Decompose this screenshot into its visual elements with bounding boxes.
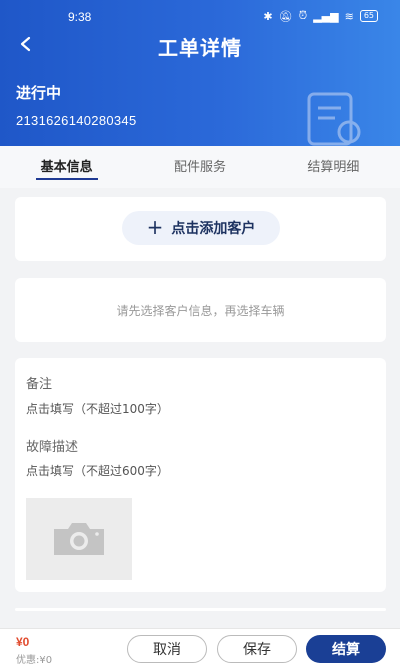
discount-amount: 优惠:¥0 bbox=[16, 655, 53, 666]
bluetooth-icon: ✱ bbox=[263, 9, 273, 23]
remarks-label: 备注 bbox=[26, 377, 53, 392]
document-icon bbox=[307, 92, 361, 146]
details-card: 备注 点击填写（不超过100字） 故障描述 点击填写（不超过600字） bbox=[15, 358, 386, 592]
fault-label: 故障描述 bbox=[26, 440, 79, 455]
customer-card: + 点击添加客户 bbox=[15, 197, 386, 261]
plus-icon: + bbox=[146, 215, 164, 239]
cancel-button[interactable]: 取消 bbox=[127, 635, 207, 663]
status-bar: 9:38 ✱ 🔕︎ ⏰︎ ▂▄▆ ≋ 65 bbox=[0, 8, 400, 26]
bottom-action-bar: ¥0 优惠:¥0 取消 保存 结算 bbox=[0, 628, 400, 666]
vehicle-hint: 请先选择客户信息，再选择车辆 bbox=[116, 304, 285, 318]
remarks-input[interactable]: 点击填写（不超过100字） bbox=[26, 400, 169, 417]
tab-parts-service[interactable]: 配件服务 bbox=[133, 146, 266, 188]
page-title: 工单详情 bbox=[158, 36, 242, 60]
tab-settlement-details[interactable]: 结算明细 bbox=[267, 146, 400, 188]
total-price: ¥0 bbox=[16, 635, 30, 649]
add-customer-label: 点击添加客户 bbox=[171, 221, 256, 237]
fault-input[interactable]: 点击填写（不超过600字） bbox=[26, 462, 169, 479]
add-customer-button[interactable]: + 点击添加客户 bbox=[122, 211, 280, 245]
order-status: 进行中 bbox=[16, 84, 62, 102]
alarm-icon: ⏰︎ bbox=[298, 9, 308, 22]
wifi-icon: ≋ bbox=[344, 9, 354, 23]
status-time: 9:38 bbox=[68, 10, 92, 24]
signal-icon: ▂▄▆ bbox=[313, 9, 339, 23]
photo-upload[interactable] bbox=[26, 498, 132, 580]
save-button[interactable]: 保存 bbox=[217, 635, 297, 663]
next-card-edge bbox=[15, 608, 386, 611]
settle-button[interactable]: 结算 bbox=[306, 635, 386, 663]
order-number: 2131626140280345 bbox=[16, 113, 137, 128]
camera-icon bbox=[54, 523, 104, 555]
tab-basic-info[interactable]: 基本信息 bbox=[0, 146, 133, 188]
status-icons: ✱ 🔕︎ ⏰︎ ▂▄▆ ≋ 65 bbox=[263, 9, 378, 23]
battery-icon: 65 bbox=[359, 10, 378, 22]
header: 9:38 ✱ 🔕︎ ⏰︎ ▂▄▆ ≋ 65 工单详情 进行中 213162614… bbox=[0, 0, 400, 146]
vehicle-card[interactable]: 请先选择客户信息，再选择车辆 bbox=[15, 278, 386, 342]
mute-icon: 🔕︎ bbox=[278, 9, 293, 23]
tab-bar: 基本信息 配件服务 结算明细 bbox=[0, 146, 400, 188]
